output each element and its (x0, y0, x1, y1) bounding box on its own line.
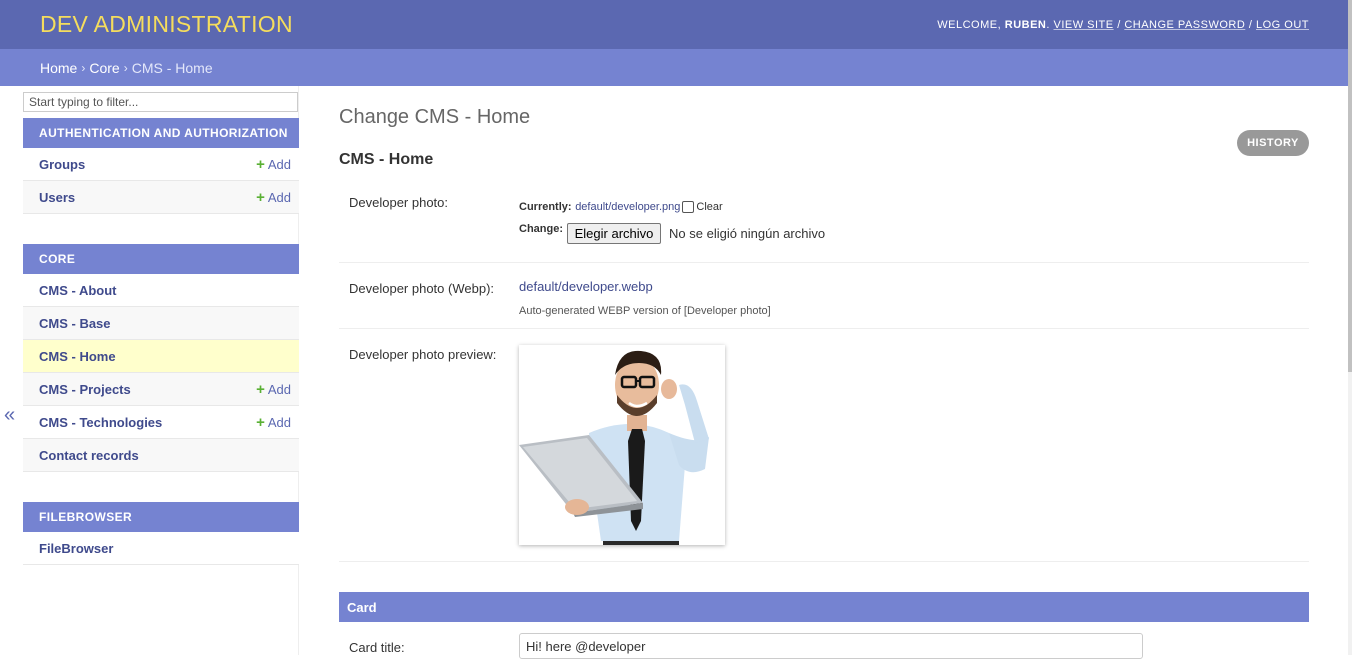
plus-icon: + (256, 188, 265, 206)
sidebar-item-groups: Groups + Add (23, 148, 299, 181)
add-label: Add (267, 189, 291, 205)
username: RUBEN (1004, 18, 1047, 31)
sidebar-item-contact-records: Contact records (23, 439, 299, 472)
sidebar-item-cms-base: CMS - Base (23, 307, 299, 340)
card-section-caption: Card (339, 592, 1309, 622)
form-row-developer-photo-preview: Developer photo preview: (339, 329, 1309, 562)
no-file-chosen-text: No se eligió ningún archivo (669, 226, 826, 241)
sidebar-item-filebrowser: FileBrowser (23, 532, 299, 565)
breadcrumb-home[interactable]: Home (40, 60, 77, 76)
sidebar-item-label[interactable]: CMS - Projects (39, 382, 131, 397)
card-title-input[interactable] (519, 633, 1143, 659)
header: DEV ADMINISTRATION WELCOME, RUBEN. VIEW … (0, 0, 1352, 49)
page-title: Change CMS - Home (339, 106, 531, 128)
breadcrumb-separator: › (123, 60, 128, 75)
breadcrumb-current: CMS - Home (131, 59, 213, 76)
choose-file-button[interactable]: Elegir archivo (566, 223, 662, 244)
scrollbar[interactable] (1348, 0, 1352, 655)
add-cms-technologies-button[interactable]: + Add (256, 415, 291, 430)
user-tools-separator: / (1248, 18, 1253, 31)
sidebar-item-users: Users + Add (23, 181, 299, 214)
add-label: Add (267, 156, 291, 172)
user-tools-separator: / (1117, 18, 1121, 31)
change-label: Change: (519, 223, 563, 235)
sidebar-item-label[interactable]: Groups (39, 157, 85, 172)
current-file-link[interactable]: default/developer.png (575, 201, 680, 213)
scrollbar-thumb[interactable] (1348, 0, 1352, 372)
welcome-text: WELCOME, (937, 18, 1002, 31)
sidebar-item-cms-technologies: CMS - Technologies + Add (23, 406, 299, 439)
module-caption-auth[interactable]: Authentication and Authorization (23, 118, 299, 148)
currently-line: Currently: default/developer.png Clear (519, 198, 723, 213)
history-button[interactable]: History (1237, 130, 1309, 156)
module-caption-filebrowser[interactable]: Filebrowser (23, 502, 299, 532)
add-label: Add (267, 381, 291, 397)
sidebar-item-label[interactable]: Users (39, 190, 75, 205)
sidebar-item-label[interactable]: CMS - Technologies (39, 415, 162, 430)
add-users-button[interactable]: + Add (256, 190, 291, 205)
nav-filter-input[interactable] (23, 92, 298, 112)
clear-checkbox[interactable] (682, 200, 695, 213)
card-title-label: Card title: (349, 640, 405, 655)
clear-label[interactable]: Clear (696, 201, 722, 213)
collapse-sidebar-icon[interactable]: « (4, 404, 15, 427)
module-auth: Authentication and Authorization Groups … (23, 118, 299, 214)
plus-icon: + (256, 413, 265, 431)
log-out-link[interactable]: LOG OUT (1256, 19, 1309, 31)
change-password-link[interactable]: CHANGE PASSWORD (1124, 19, 1245, 31)
webp-file-link[interactable]: default/developer.webp (519, 279, 653, 294)
developer-photo-webp-label: Developer photo (Webp): (349, 281, 495, 296)
site-title[interactable]: DEV ADMINISTRATION (40, 11, 293, 38)
breadcrumb: Home › Core › CMS - Home (0, 49, 1352, 86)
plus-icon: + (256, 155, 265, 173)
object-heading: CMS - Home (339, 151, 434, 168)
webp-help-text: Auto-generated WEBP version of [Develope… (519, 305, 771, 317)
developer-photo-preview-label: Developer photo preview: (349, 347, 497, 362)
sidebar-item-label[interactable]: CMS - About (39, 283, 117, 298)
sidebar-item-label[interactable]: FileBrowser (39, 541, 113, 556)
sidebar: Authentication and Authorization Groups … (22, 86, 299, 655)
currently-label: Currently: (519, 201, 572, 213)
sidebar-item-cms-projects: CMS - Projects + Add (23, 373, 299, 406)
developer-photo-label: Developer photo: (349, 195, 449, 210)
module-filebrowser: Filebrowser FileBrowser (23, 502, 299, 565)
breadcrumb-separator: › (81, 60, 86, 75)
view-site-link[interactable]: VIEW SITE (1054, 19, 1114, 31)
sidebar-item-cms-home: CMS - Home (23, 340, 299, 373)
add-cms-projects-button[interactable]: + Add (256, 382, 291, 397)
sidebar-item-label[interactable]: Contact records (39, 448, 139, 463)
sidebar-item-label[interactable]: CMS - Home (39, 349, 116, 364)
user-tools: WELCOME, RUBEN. VIEW SITE / CHANGE PASSW… (937, 18, 1309, 31)
form-row-developer-photo: Developer photo: Currently: default/deve… (339, 181, 1309, 263)
module-caption-core[interactable]: Core (23, 244, 299, 274)
form-row-developer-photo-webp: Developer photo (Webp): default/develope… (339, 263, 1309, 329)
developer-photo-image (519, 345, 725, 545)
plus-icon: + (256, 380, 265, 398)
sidebar-item-cms-about: CMS - About (23, 274, 299, 307)
add-groups-button[interactable]: + Add (256, 157, 291, 172)
sidebar-item-label[interactable]: CMS - Base (39, 316, 111, 331)
change-line: Change: Elegir archivo No se eligió ning… (519, 223, 825, 244)
module-core: Core CMS - About CMS - Base CMS - Home C… (23, 244, 299, 472)
add-label: Add (267, 414, 291, 430)
breadcrumb-core[interactable]: Core (89, 60, 119, 76)
